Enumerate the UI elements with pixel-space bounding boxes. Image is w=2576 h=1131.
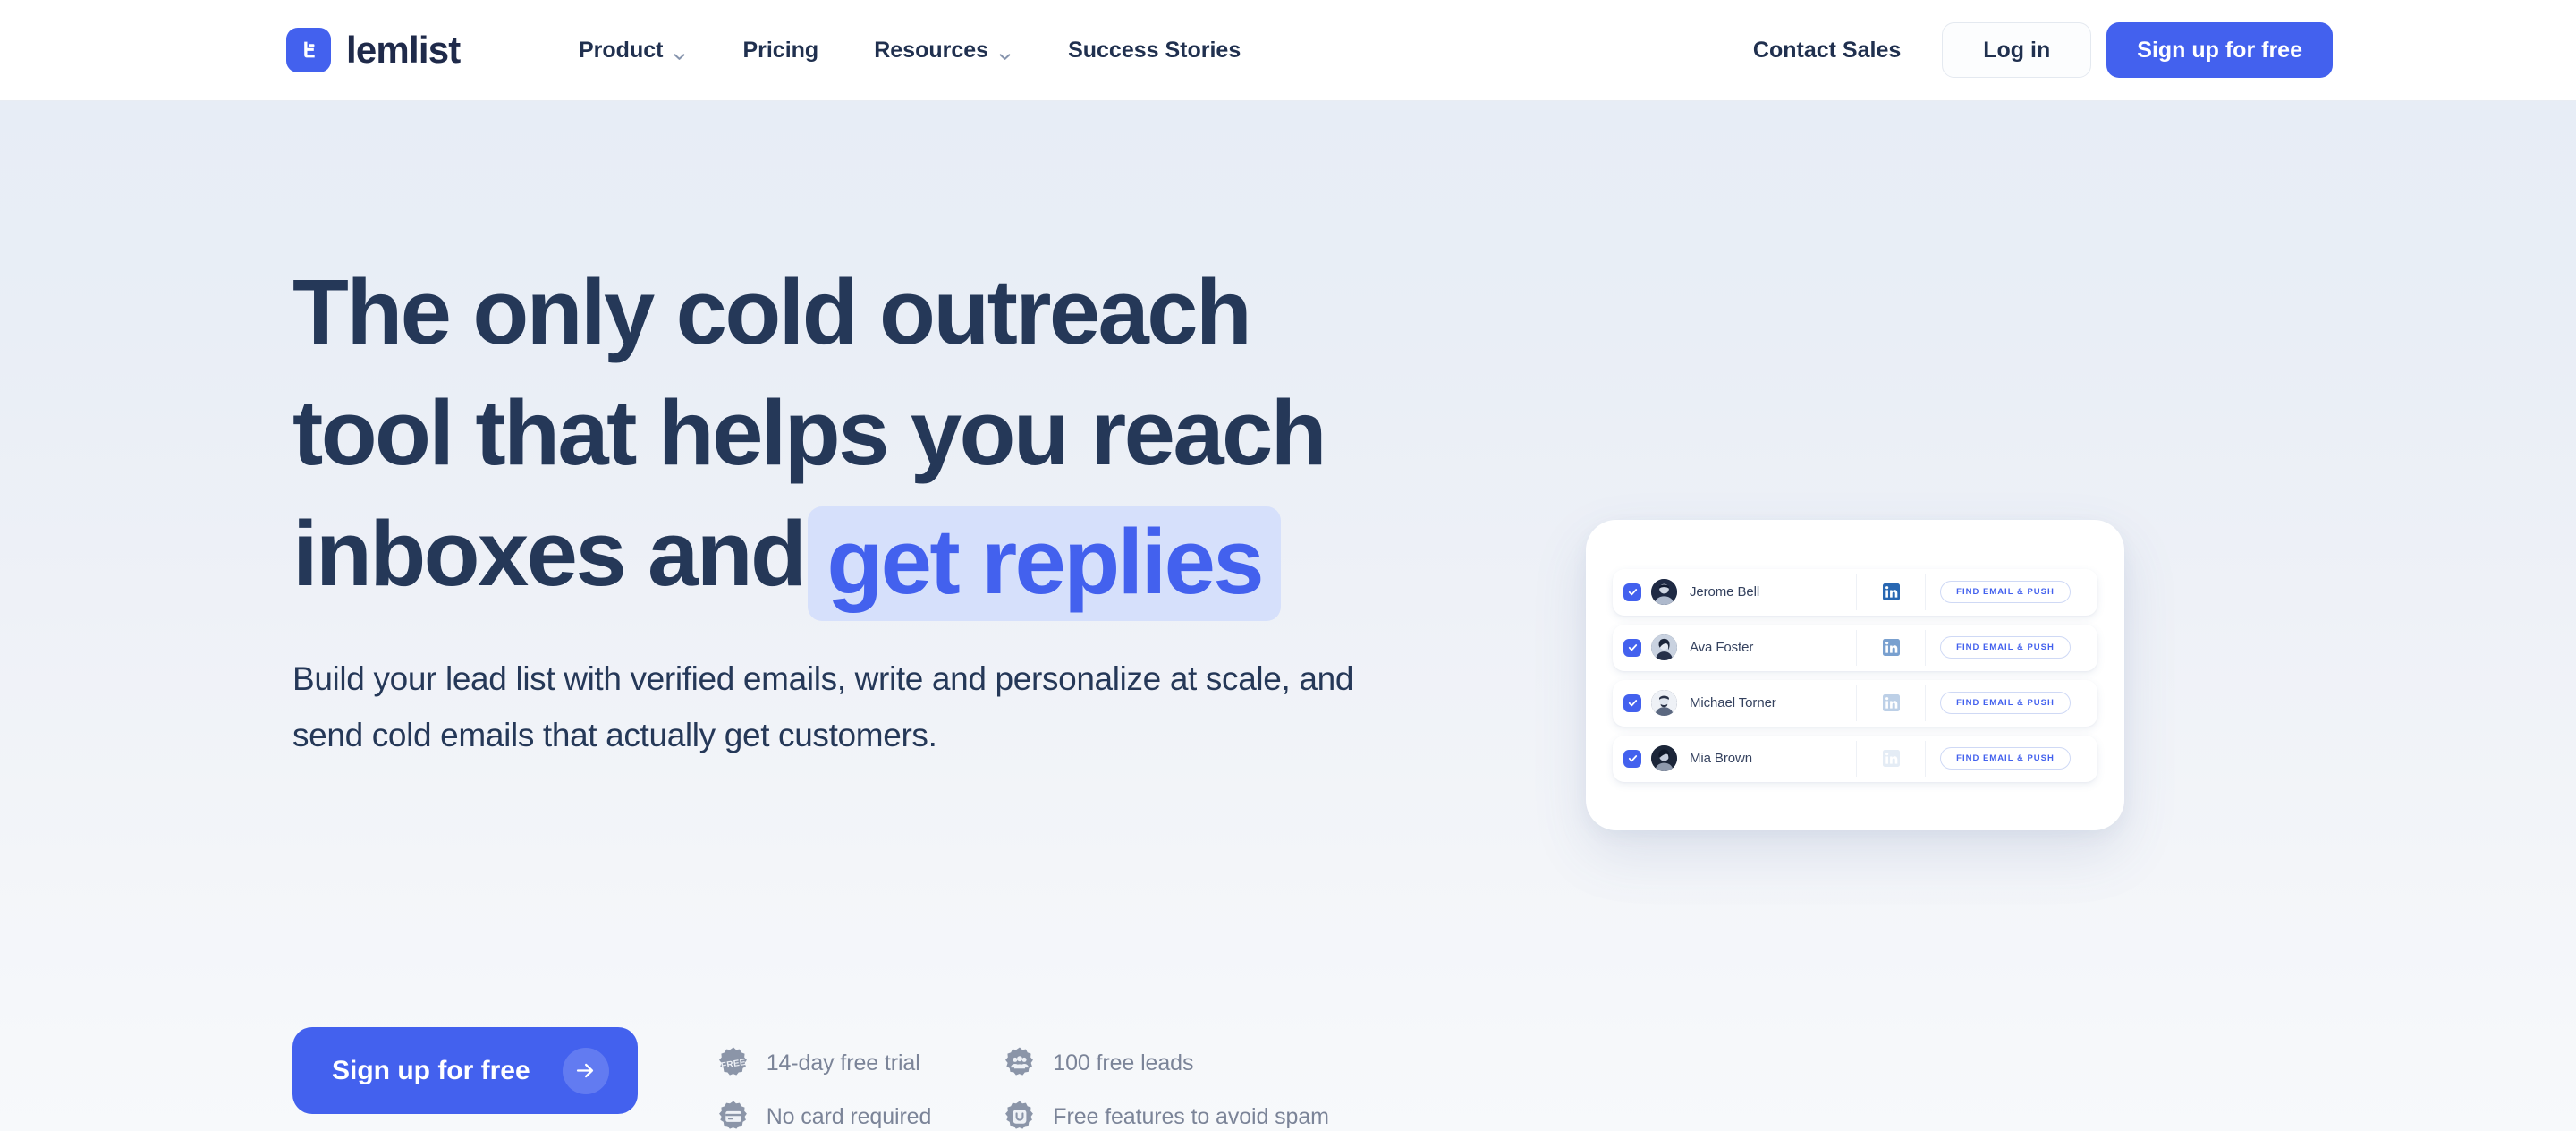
perk-label-free-trial: 14-day free trial	[766, 1050, 920, 1076]
brand-name-text: lemlist	[346, 29, 461, 71]
lead-name: Mia Brown	[1690, 751, 1752, 766]
linkedin-icon-cell[interactable]	[1856, 629, 1926, 666]
linkedin-icon-cell[interactable]	[1856, 574, 1926, 610]
hero-copy-column: The only cold outreach tool that helps y…	[292, 251, 1411, 763]
brand-logo-link[interactable]: lemlist	[286, 28, 461, 72]
find-email-and-push-button[interactable]: FIND EMAIL & PUSH	[1940, 581, 2071, 603]
contact-sales-link[interactable]: Contact Sales	[1753, 38, 1901, 64]
perk-label-free-leads: 100 free leads	[1053, 1050, 1194, 1076]
nav-item-pricing-label: Pricing	[742, 37, 819, 63]
linkedin-icon	[1882, 750, 1900, 767]
perk-item-free-trial: FREE 14-day free trial	[716, 1046, 932, 1080]
row-action-cell: FIND EMAIL & PUSH	[1926, 692, 2085, 714]
card-badge-icon	[716, 1100, 750, 1131]
login-button[interactable]: Log in	[1942, 22, 2092, 78]
headline-line-2: tool that helps you reach	[292, 381, 1327, 484]
page-title: The only cold outreach tool that helps y…	[292, 251, 1411, 621]
lemlist-logo-icon	[286, 28, 331, 72]
linkedin-icon-cell[interactable]	[1856, 740, 1926, 777]
perk-item-no-card: No card required	[716, 1100, 932, 1131]
avatar	[1651, 690, 1677, 716]
hero-cta-row: Sign up for free FREE 14-day free trial …	[292, 1027, 1329, 1131]
avatar	[1651, 634, 1677, 660]
row-checkbox[interactable]	[1623, 583, 1641, 601]
lead-name: Michael Torner	[1690, 695, 1776, 710]
table-row[interactable]: Ava Foster FIND EMAIL & PUSH	[1613, 624, 2097, 671]
checkmark-icon	[1628, 755, 1637, 762]
row-action-cell: FIND EMAIL & PUSH	[1926, 747, 2085, 770]
table-row[interactable]: Jerome Bell FIND EMAIL & PUSH	[1613, 568, 2097, 616]
free-badge-icon: FREE	[716, 1046, 750, 1080]
hero-perks-list: FREE 14-day free trial 100 free leads No…	[716, 1027, 1329, 1131]
avatar	[1651, 745, 1677, 771]
hero-subheadline: Build your lead list with verified email…	[292, 660, 1354, 753]
nav-item-resources-label: Resources	[874, 37, 989, 63]
perk-label-no-card: No card required	[766, 1103, 932, 1129]
arrow-right-icon	[562, 1047, 609, 1094]
row-checkbox[interactable]	[1623, 638, 1641, 657]
table-row[interactable]: Mia Brown FIND EMAIL & PUSH	[1613, 735, 2097, 782]
perk-item-free-leads: 100 free leads	[1003, 1046, 1329, 1080]
primary-nav-links: Product Pricing Resources Success Storie…	[579, 29, 1241, 72]
unsubscribe-badge-icon	[1003, 1100, 1037, 1131]
linkedin-icon	[1882, 583, 1900, 600]
perk-item-avoid-spam: Free features to avoid spam	[1003, 1100, 1329, 1131]
hero-section: The only cold outreach tool that helps y…	[0, 101, 2576, 1131]
chevron-down-icon	[672, 45, 687, 60]
checkmark-icon	[1628, 700, 1637, 707]
chevron-down-icon	[997, 45, 1013, 60]
checkmark-icon	[1628, 644, 1637, 651]
linkedin-icon	[1882, 694, 1900, 711]
find-email-and-push-button[interactable]: FIND EMAIL & PUSH	[1940, 636, 2071, 659]
nav-item-resources[interactable]: Resources	[874, 29, 1013, 72]
checkmark-icon	[1628, 589, 1637, 596]
avatar	[1651, 579, 1677, 605]
headline-line-3: inboxes and get replies	[292, 493, 1411, 621]
top-navigation-bar: lemlist Product Pricing Resources Succes…	[0, 0, 2576, 101]
people-badge-icon	[1003, 1046, 1037, 1080]
signup-button-hero[interactable]: Sign up for free	[292, 1027, 638, 1114]
headline-highlight: get replies	[808, 506, 1281, 621]
signup-button-navbar[interactable]: Sign up for free	[2106, 22, 2333, 78]
perk-label-avoid-spam: Free features to avoid spam	[1053, 1103, 1329, 1129]
signup-button-hero-label: Sign up for free	[332, 1055, 530, 1085]
lead-name: Ava Foster	[1690, 640, 1754, 655]
nav-item-product-label: Product	[579, 37, 664, 63]
lead-list-card: Jerome Bell FIND EMAIL & PUSH Ava Foster…	[1586, 520, 2124, 830]
lead-name: Jerome Bell	[1690, 584, 1760, 600]
find-email-and-push-button[interactable]: FIND EMAIL & PUSH	[1940, 692, 2071, 714]
nav-item-success-stories-label: Success Stories	[1068, 37, 1241, 63]
table-row[interactable]: Michael Torner FIND EMAIL & PUSH	[1613, 679, 2097, 727]
headline-line-1: The only cold outreach	[292, 260, 1252, 363]
nav-item-pricing[interactable]: Pricing	[742, 29, 818, 72]
row-action-cell: FIND EMAIL & PUSH	[1926, 581, 2085, 603]
nav-item-product[interactable]: Product	[579, 29, 687, 72]
page-root: lemlist Product Pricing Resources Succes…	[0, 0, 2576, 1131]
navbar-actions: Contact Sales Log in Sign up for free	[1753, 22, 2333, 78]
row-action-cell: FIND EMAIL & PUSH	[1926, 636, 2085, 659]
row-checkbox[interactable]	[1623, 749, 1641, 768]
nav-item-success-stories[interactable]: Success Stories	[1068, 29, 1241, 72]
headline-line-3-prefix: inboxes and	[292, 502, 807, 605]
linkedin-icon-cell[interactable]	[1856, 685, 1926, 721]
find-email-and-push-button[interactable]: FIND EMAIL & PUSH	[1940, 747, 2071, 770]
linkedin-icon	[1882, 639, 1900, 656]
row-checkbox[interactable]	[1623, 693, 1641, 712]
